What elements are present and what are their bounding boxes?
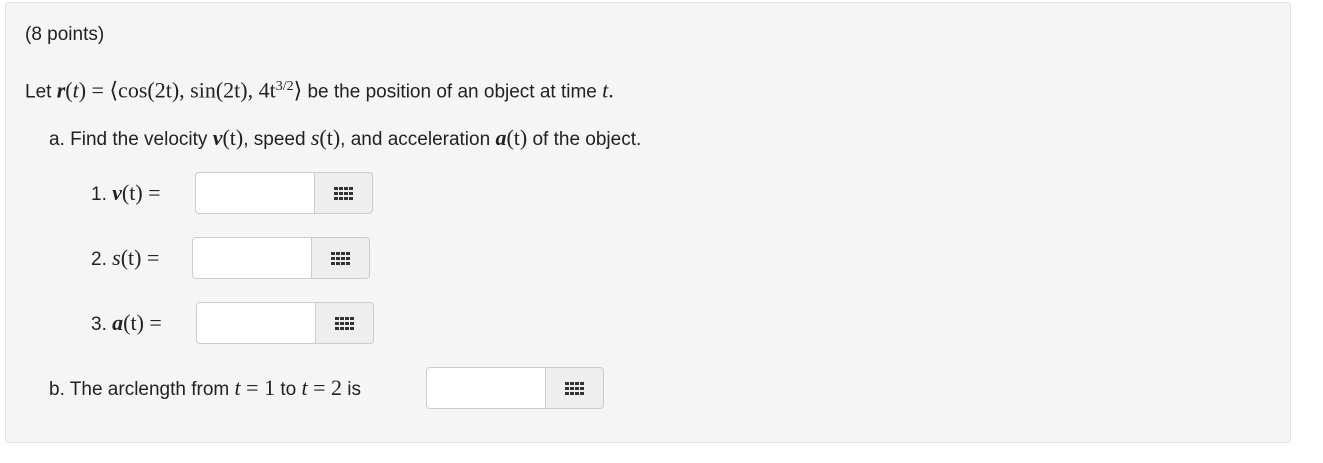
paren-open: (: [65, 77, 73, 103]
part-a-text-1: a. Find the velocity: [49, 129, 213, 150]
acceleration-equation-editor-button[interactable]: [316, 302, 374, 344]
upper-bound: = 2: [307, 375, 343, 400]
position-vector: ⟨cos(2t), sin(2t), 4t: [109, 77, 276, 103]
answer-label-speed: 2. s(t) =: [91, 244, 159, 274]
part-a-text-4: of the object.: [527, 129, 642, 150]
period: .: [608, 77, 614, 103]
answer-row-velocity: 1. v(t) =: [91, 172, 373, 214]
item-number: 1.: [91, 184, 113, 205]
a-arg: (t): [123, 310, 144, 335]
part-b-prompt: b. The arclength from t = 1 to t = 2 is: [49, 374, 361, 404]
to-text: to: [275, 379, 302, 400]
paren-close: ): [78, 77, 87, 103]
part-b-text-2: is: [342, 379, 362, 400]
equals-sign: =: [86, 77, 110, 103]
speed-equation-editor-button[interactable]: [312, 237, 370, 279]
equation-editor-grid-icon: [335, 316, 354, 330]
equation-editor-grid-icon: [334, 186, 353, 200]
intro-prefix: Let: [25, 81, 57, 103]
equals-sign: =: [141, 245, 160, 270]
intro-suffix: be the position of an object at time: [302, 81, 603, 103]
v-symbol: v: [112, 180, 122, 205]
answer-label-acceleration: 3. a(t) =: [91, 309, 162, 339]
vector-close: ⟩: [293, 77, 303, 103]
v-arg: (t): [222, 125, 244, 150]
item-number: 3.: [91, 314, 113, 335]
r-symbol: r: [56, 77, 66, 103]
arclength-equation-editor-button[interactable]: [546, 367, 604, 409]
equation-editor-grid-icon: [331, 251, 350, 265]
a-symbol: a: [495, 125, 507, 150]
a-arg: (t): [506, 125, 528, 150]
s-arg: (t): [120, 245, 142, 270]
part-a-prompt: a. Find the velocity v(t), speed s(t), a…: [49, 124, 641, 154]
exponent: 3/2: [275, 79, 294, 94]
v-symbol: v: [212, 125, 223, 150]
equals-sign: =: [142, 180, 161, 205]
s-arg: (t): [319, 125, 341, 150]
problem-statement: Let r(t) = ⟨cos(2t), sin(2t), 4t3/2⟩ be …: [25, 73, 614, 106]
acceleration-answer-input[interactable]: [196, 302, 316, 344]
s-symbol: s: [112, 245, 121, 270]
equation-editor-grid-icon: [565, 381, 584, 395]
part-a-text-2: , speed: [243, 129, 311, 150]
item-number: 2.: [91, 249, 113, 270]
v-arg: (t): [121, 180, 143, 205]
answer-label-velocity: 1. v(t) =: [91, 179, 161, 209]
speed-answer-input[interactable]: [192, 237, 312, 279]
answer-row-speed: 2. s(t) =: [91, 237, 370, 279]
problem-panel: (8 points) Let r(t) = ⟨cos(2t), sin(2t),…: [5, 2, 1291, 443]
equals-sign: =: [143, 310, 162, 335]
part-a-text-3: , and acceleration: [340, 129, 496, 150]
velocity-answer-input[interactable]: [195, 172, 315, 214]
a-symbol: a: [112, 310, 124, 335]
arclength-answer-input[interactable]: [426, 367, 546, 409]
velocity-equation-editor-button[interactable]: [315, 172, 373, 214]
points-label: (8 points): [25, 24, 105, 45]
lower-bound: = 1: [240, 375, 276, 400]
part-b-text-1: b. The arclength from: [49, 379, 235, 400]
answer-row-acceleration: 3. a(t) =: [91, 302, 374, 344]
answer-row-arclength: [426, 367, 604, 409]
